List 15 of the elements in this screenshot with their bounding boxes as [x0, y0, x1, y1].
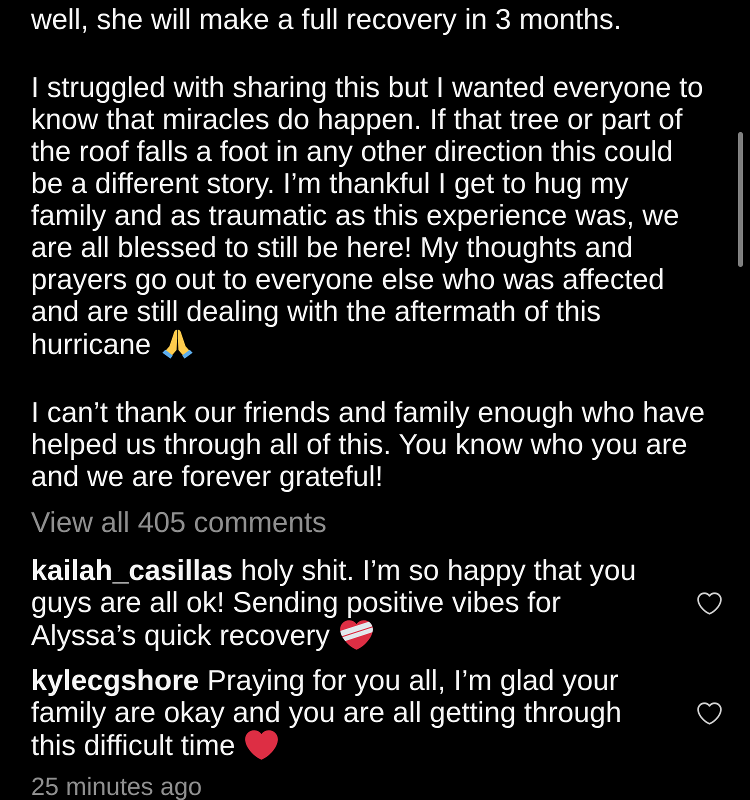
comment-text: kylecgshore Praying for you all, I’m glad your family are okay and you are all getting through this difficult time	[31, 665, 622, 762]
comment-text: kailah_casillas holy shit. I’m so happy that you guys are all ok! Sending positive vibes for Alyssa’s quick recovery	[31, 555, 636, 652]
comment-username-link[interactable]: kylecgshore	[31, 665, 200, 697]
comment-timestamp: 25 minutes ago	[31, 773, 203, 800]
heart-outline-icon[interactable]	[697, 702, 722, 725]
caption-paragraph: I struggled with sharing this but I wanted everyone to know that miracles do happen. If that tree or part of the roof falls a foot in any other direction this could be a different story. I’m thankful I get to hug my family and as traumatic as this experience was, we are all blessed to still be here! My thoughts and prayers go out to everyone else who was affected and are still dealing with the aftermath of this hurricane	[31, 72, 704, 361]
comment-username-link[interactable]: kailah_casillas	[31, 555, 233, 587]
bandaged-heart-icon	[340, 619, 373, 651]
scrollbar-thumb[interactable]	[738, 132, 743, 267]
praying-hands-icon	[161, 328, 194, 360]
heart-icon	[245, 729, 278, 761]
caption-paragraph: I can’t thank our friends and family enough who have helped us through all of this. You know who you are and we are forever grateful!	[31, 397, 705, 493]
caption-paragraph: well, she will make a full recovery in 3 months.	[31, 4, 622, 36]
heart-outline-icon[interactable]	[697, 592, 722, 615]
view-comments-link[interactable]: View all 405 comments	[31, 507, 327, 539]
